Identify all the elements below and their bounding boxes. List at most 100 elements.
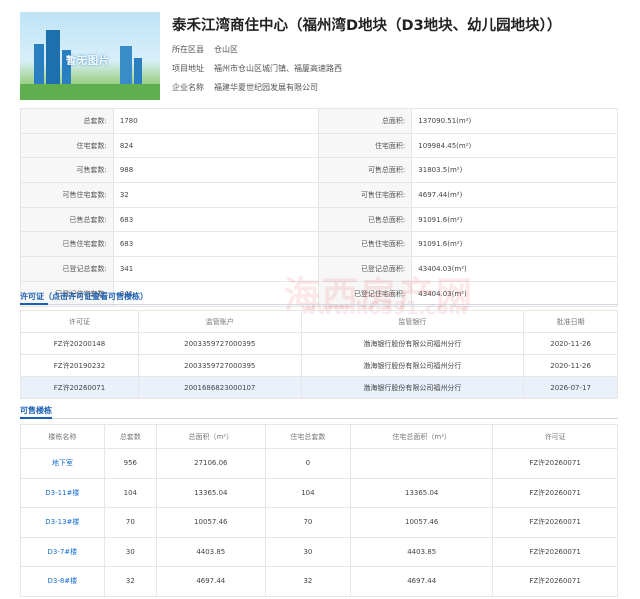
section-underline xyxy=(20,417,52,419)
permit-cell: 2003359727000395 xyxy=(137,354,302,377)
summary-value: 1780 xyxy=(112,108,320,134)
summary-value: 137090.51(m²) xyxy=(411,108,618,134)
building-cell: 30 xyxy=(103,536,158,567)
summary-label: 已登记总套数: xyxy=(20,256,114,282)
building-row: D3-11#楼 104 13365.04 104 13365.04 FZ许20260071 xyxy=(20,477,618,508)
permit-column-header: 监管银行 xyxy=(300,310,525,333)
building-cell: 956 xyxy=(103,448,158,479)
building-cell: 70 xyxy=(264,507,352,538)
permit-number-link[interactable]: FZ许20260071 xyxy=(20,376,139,399)
summary-label: 可售住宅套数: xyxy=(20,182,114,208)
summary-value: 824 xyxy=(112,132,320,159)
building-row: 地下室 956 27106.06 0 FZ许20260071 xyxy=(20,448,618,479)
permit-cell: 渤海银行股份有限公司福州分行 xyxy=(300,332,525,355)
summary-value: 683 xyxy=(112,206,320,233)
summary-label: 住宅套数: xyxy=(20,132,114,159)
building-column-header: 总面积（m²） xyxy=(156,424,266,449)
building-row: D3-13#楼 70 10057.46 70 10057.46 FZ许20260071 xyxy=(20,507,618,538)
building-cell xyxy=(350,448,494,479)
permit-cell: 渤海银行股份有限公司福州分行 xyxy=(300,376,525,399)
summary-row: 住宅套数: 824 住宅面积: 109984.45(m²) xyxy=(20,132,618,159)
summary-value: 32 xyxy=(112,182,320,208)
summary-label: 可售套数: xyxy=(20,157,114,184)
permit-row[interactable]: FZ许20200148 2003359727000395 渤海银行股份有限公司福州分… xyxy=(20,332,618,355)
divider xyxy=(20,418,618,419)
meta-district: 所在区县 仓山区 xyxy=(172,45,238,54)
summary-label: 已售总套数: xyxy=(20,206,114,233)
meta-address: 项目地址 福州市仓山区城门镇、福厦高速路西 xyxy=(172,64,342,73)
building-cell: 4697.44 xyxy=(350,566,494,597)
building-name-link[interactable]: 地下室 xyxy=(20,448,105,479)
summary-row: 可售套数: 988 可售总面积: 31803.5(m²) xyxy=(20,157,618,184)
building-cell: 32 xyxy=(264,566,352,597)
summary-row: 已售住宅套数: 683 已售住宅面积: 91091.6(m²) xyxy=(20,231,618,258)
permit-cell: 2026-07-17 xyxy=(523,376,618,399)
permit-cell: 2001686823000107 xyxy=(137,376,302,399)
permit-column-header: 批准日期 xyxy=(523,310,618,333)
building-cell: 104 xyxy=(103,477,158,508)
building-cell: 10057.46 xyxy=(350,507,494,538)
permit-row[interactable]: FZ许20190232 2003359727000395 渤海银行股份有限公司福州分… xyxy=(20,354,618,377)
permit-cell: 渤海银行股份有限公司福州分行 xyxy=(300,354,525,377)
summary-value: 109984.45(m²) xyxy=(411,132,618,159)
building-column-header: 住宅总面积（m²） xyxy=(350,424,494,449)
building-cell: FZ许20260071 xyxy=(492,448,618,479)
building-column-header: 楼栋名称 xyxy=(20,424,105,449)
summary-label: 已售住宅套数: xyxy=(20,231,114,258)
building-cell: 27106.06 xyxy=(156,448,266,479)
summary-value: 4697.44(m²) xyxy=(411,182,618,208)
building-cell: 4697.44 xyxy=(156,566,266,597)
permit-table: 许可证 监管账户 监管银行 批准日期 FZ许20200148 2003359727000… xyxy=(20,310,618,399)
summary-label: 可售总面积: xyxy=(318,157,413,184)
permit-cell: 2003359727000395 xyxy=(137,332,302,355)
summary-label: 总套数: xyxy=(20,108,114,134)
building-cell: 104 xyxy=(264,477,352,508)
summary-label: 可售住宅面积: xyxy=(318,182,413,208)
building-name-link[interactable]: D3-11#楼 xyxy=(20,477,105,508)
summary-value: 988 xyxy=(112,157,320,184)
building-cell: 30 xyxy=(264,536,352,567)
section-underline xyxy=(20,303,48,305)
building-cell: FZ许20260071 xyxy=(492,477,618,508)
building-cell: 13365.04 xyxy=(156,477,266,508)
project-thumbnail: 暂无图片 xyxy=(20,12,160,100)
divider xyxy=(20,304,618,305)
building-cell: 32 xyxy=(103,566,158,597)
building-name-link[interactable]: D3-7#楼 xyxy=(20,536,105,567)
building-cell: FZ许20260071 xyxy=(492,507,618,538)
summary-value: 91091.6(m²) xyxy=(411,206,618,233)
summary-value: 91091.6(m²) xyxy=(411,231,618,258)
permit-column-header: 监管账户 xyxy=(137,310,302,333)
project-header: 暂无图片 泰禾江湾商住中心（福州湾D地块（D3地块、幼儿园地块）） 所在区县 仓山… xyxy=(20,12,640,104)
building-column-header: 许可证 xyxy=(492,424,618,449)
permit-cell: 2020-11-26 xyxy=(523,354,618,377)
building-cell: 10057.46 xyxy=(156,507,266,538)
buildings-section-title: 可售楼栋 xyxy=(20,406,52,415)
permit-cell: 2020-11-26 xyxy=(523,332,618,355)
buildings-table: 楼栋名称 总套数 总面积（m²） 住宅总套数 住宅总面积（m²） 许可证 地下室 956 27… xyxy=(20,424,618,597)
permit-row[interactable]: FZ许20260071 2001686823000107 渤海银行股份有限公司福州分… xyxy=(20,376,618,399)
building-column-header: 住宅总套数 xyxy=(264,424,352,449)
building-cell: 4403.85 xyxy=(350,536,494,567)
summary-row: 总套数: 1780 总面积: 137090.51(m²) xyxy=(20,108,618,134)
building-name-link[interactable]: D3-13#楼 xyxy=(20,507,105,538)
permit-number-link[interactable]: FZ许20200148 xyxy=(20,332,139,355)
summary-label: 已售总面积: xyxy=(318,206,413,233)
meta-company: 企业名称 福建华夏世纪园发展有限公司 xyxy=(172,83,318,92)
building-cell: 0 xyxy=(264,448,352,479)
building-row: D3-8#楼 32 4697.44 32 4697.44 FZ许20260071 xyxy=(20,566,618,597)
permit-column-header: 许可证 xyxy=(20,310,139,333)
permit-section-title: 许可证（点击许可证查看可售楼栋） xyxy=(20,292,148,301)
building-cell: 4403.85 xyxy=(156,536,266,567)
permit-number-link[interactable]: FZ许20190232 xyxy=(20,354,139,377)
building-name-link[interactable]: D3-8#楼 xyxy=(20,566,105,597)
building-column-header: 总套数 xyxy=(103,424,158,449)
summary-label: 总面积: xyxy=(318,108,413,134)
summary-value: 31803.5(m²) xyxy=(411,157,618,184)
building-cell: FZ许20260071 xyxy=(492,566,618,597)
building-row: D3-7#楼 30 4403.85 30 4403.85 FZ许20260071 xyxy=(20,536,618,567)
summary-label: 住宅面积: xyxy=(318,132,413,159)
summary-row: 可售住宅套数: 32 可售住宅面积: 4697.44(m²) xyxy=(20,182,618,208)
summary-value: 683 xyxy=(112,231,320,258)
page-title: 泰禾江湾商住中心（福州湾D地块（D3地块、幼儿园地块）） xyxy=(172,18,562,34)
